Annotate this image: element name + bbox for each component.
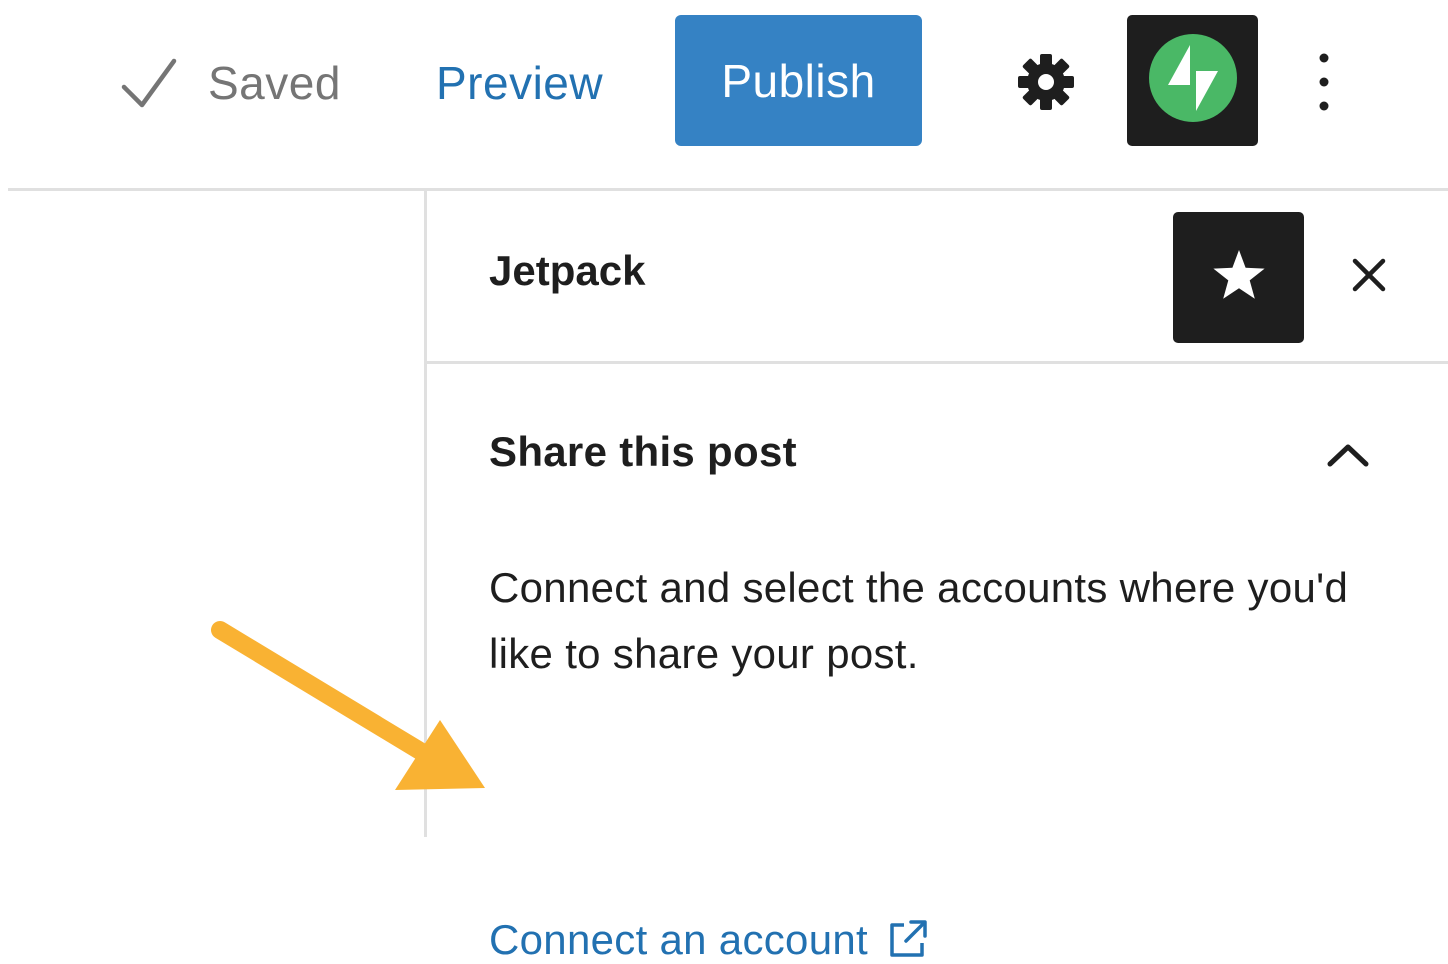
- star-button[interactable]: [1173, 212, 1304, 343]
- close-icon: [1351, 257, 1387, 298]
- close-button[interactable]: [1339, 247, 1399, 307]
- connect-account-label: Connect an account: [489, 916, 868, 963]
- more-options-button[interactable]: [1296, 44, 1352, 124]
- publish-button[interactable]: Publish: [675, 15, 922, 146]
- editor-toolbar: Saved Preview Publish: [0, 0, 1448, 190]
- gear-icon: [1016, 52, 1076, 117]
- sidebar-header: Jetpack: [427, 191, 1448, 364]
- saved-status: Saved: [120, 48, 341, 118]
- share-description: Connect and select the accounts where yo…: [489, 564, 1349, 677]
- preview-button[interactable]: Preview: [436, 48, 603, 118]
- check-icon: [120, 57, 178, 109]
- connect-account-link[interactable]: Connect an account: [489, 916, 930, 964]
- share-panel-title: Share this post: [489, 428, 797, 475]
- share-panel-toggle[interactable]: Share this post: [427, 414, 1448, 494]
- vertical-ellipsis-icon: [1318, 52, 1330, 117]
- jetpack-sidebar: Jetpack Share this post Connect and sele…: [424, 191, 1448, 963]
- external-link-icon: [884, 917, 930, 963]
- jetpack-button[interactable]: [1127, 15, 1258, 146]
- star-icon: [1211, 248, 1267, 307]
- settings-button[interactable]: [1006, 44, 1086, 124]
- share-post-panel: Share this post Connect and select the a…: [427, 364, 1448, 963]
- chevron-up-icon: [1323, 430, 1373, 480]
- saved-label: Saved: [208, 57, 341, 109]
- sidebar-title: Jetpack: [489, 247, 646, 294]
- jetpack-logo-icon: [1148, 33, 1238, 128]
